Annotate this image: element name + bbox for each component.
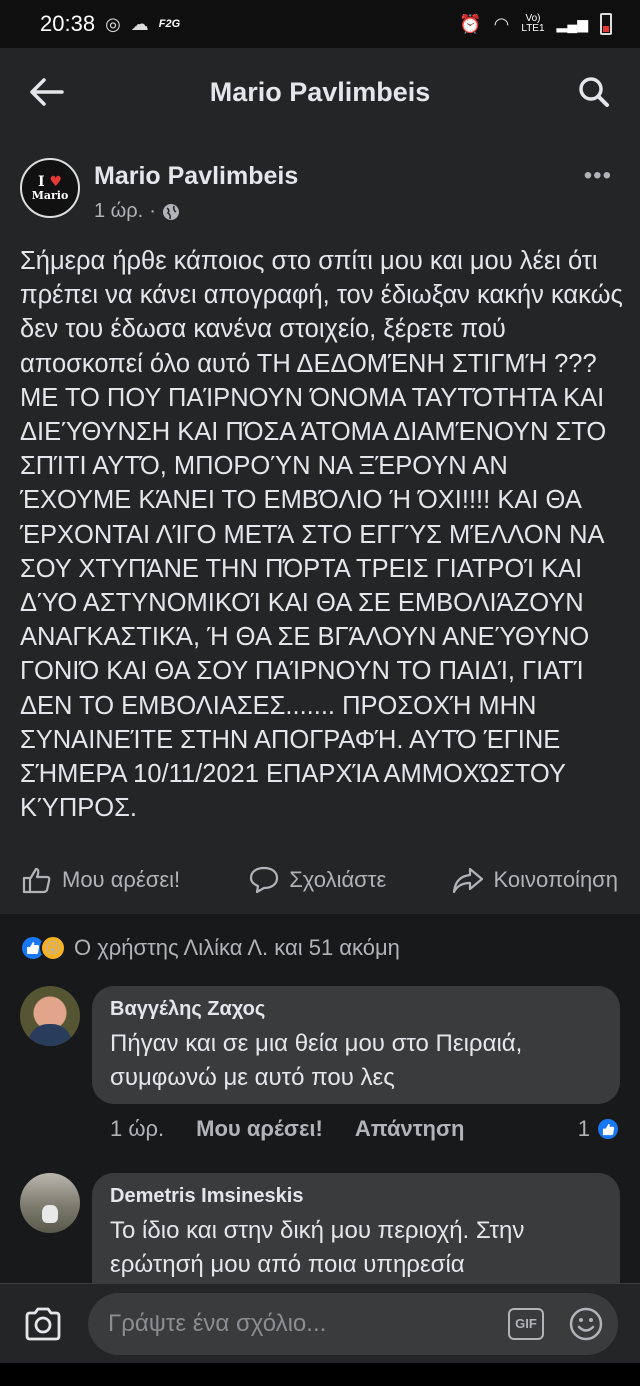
comment-composer: GIF [0,1283,640,1363]
camera-icon [25,1307,61,1340]
comment-footer: 1 ώρ. Μου αρέσει! Απάντηση 1 [110,1114,620,1144]
comment-item: Βαγγέλης Ζαχος Πήγαν και σε μια θεία μου… [20,986,620,1146]
author-avatar[interactable]: I ♥ Mario [20,158,80,218]
post-header: I ♥ Mario Mario Pavlimbeis 1 ώρ. · ••• [20,158,620,228]
network-label: F2G [158,18,181,30]
post-author[interactable]: Mario Pavlimbeis [94,162,298,191]
gif-button[interactable]: GIF [508,1307,544,1340]
comment-time[interactable]: 1 ώρ. [110,1116,164,1142]
arrow-left-icon [30,78,64,106]
globe-icon [162,203,179,220]
post-actions: Μου αρέσει! Σχολιάστε Κοινοποίηση [0,854,640,906]
commenter-name[interactable]: Demetris Imsineskis [110,1185,602,1208]
back-button[interactable] [24,70,68,114]
commenter-avatar[interactable] [20,1173,80,1233]
wow-reaction-icon: 😮 [40,935,66,961]
comment-like-button[interactable]: Μου αρέσει! [196,1116,323,1142]
comment-text: Το ίδιο και στην δική μου περιοχή. Στην … [110,1217,525,1278]
status-time: 20:38 [40,11,96,36]
like-button[interactable]: Μου αρέσει! [22,866,249,894]
comment-bubble[interactable]: Βαγγέλης Ζαχος Πήγαν και σε μια θεία μου… [92,986,620,1104]
post-time[interactable]: 1 ώρ. [94,200,143,223]
battery-icon [600,13,612,35]
emoji-button[interactable] [568,1306,604,1342]
system-nav-bar [0,1363,640,1386]
comment-button[interactable]: Σχολιάστε [249,866,451,894]
search-icon [579,77,609,107]
comment-like-count[interactable]: 1 [578,1116,620,1142]
wifi-icon: ◠ [493,13,510,34]
alarm-icon: ⏰ [459,13,482,34]
post-meta: 1 ώρ. · [94,200,180,223]
signal-icon: ▂▄▆ [556,15,588,32]
lte-label: Vo) LTE1 [521,13,545,34]
whatsapp-status-icon: ◎ [105,13,121,34]
share-button[interactable]: Κοινοποίηση [452,866,618,894]
comment-text: Πήγαν και σε μια θεία μου στο Πειραιά, σ… [110,1030,523,1091]
search-button[interactable] [572,70,616,114]
more-options-button[interactable]: ••• [584,162,612,190]
share-icon [452,867,483,894]
camera-button[interactable] [22,1302,64,1346]
reactions-summary[interactable]: 😮 Ο χρήστης Λιλίκα Λ. και 51 ακόμη [20,928,620,968]
post-text: Σήμερα ήρθε κάποιος στο σπίτι μου και μο… [20,247,623,823]
post-card: I ♥ Mario Mario Pavlimbeis 1 ώρ. · ••• Σ… [0,136,640,914]
like-reaction-icon [596,1117,620,1141]
commenter-name[interactable]: Βαγγέλης Ζαχος [110,998,602,1021]
smiley-icon [569,1307,603,1340]
page-title: Mario Pavlimbeis [209,76,431,107]
comment-icon [250,866,279,894]
commenter-avatar[interactable] [20,986,80,1046]
app-header: Mario Pavlimbeis [0,48,640,136]
cloud-icon: ☁ [130,13,149,34]
comment-item: Demetris Imsineskis Το ίδιο και στην δικ… [20,1173,620,1283]
thumbs-up-icon [22,867,51,894]
status-bar: 20:38 ◎ ☁ F2G ⏰ ◠ Vo) LTE1 ▂▄▆ [0,0,640,48]
comment-reply-button[interactable]: Απάντηση [355,1116,465,1142]
comment-bubble[interactable]: Demetris Imsineskis Το ίδιο και στην δικ… [92,1173,620,1283]
